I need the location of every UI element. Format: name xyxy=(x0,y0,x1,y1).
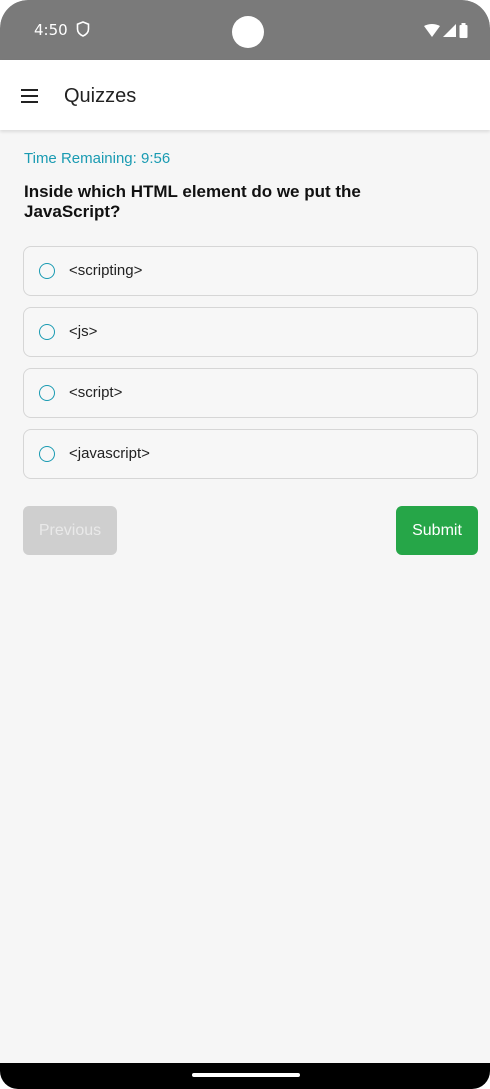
radio-icon[interactable] xyxy=(39,263,55,279)
answer-option-label: <script> xyxy=(69,384,123,401)
status-icons xyxy=(424,22,468,38)
status-time: 4:50 xyxy=(34,21,68,39)
app-title: Quizzes xyxy=(64,85,137,107)
radio-icon[interactable] xyxy=(39,446,55,462)
status-bar: 4:50 xyxy=(0,0,490,60)
radio-icon[interactable] xyxy=(39,324,55,340)
battery-icon xyxy=(459,22,468,38)
answer-option-label: <javascript> xyxy=(69,445,150,462)
radio-icon[interactable] xyxy=(39,385,55,401)
navigation-bar xyxy=(0,1063,490,1089)
answer-option[interactable]: <js> xyxy=(23,307,478,357)
answer-options: <scripting> <js> <script> <javascript> xyxy=(23,246,478,490)
previous-button[interactable]: Previous xyxy=(23,506,117,555)
answer-option-label: <scripting> xyxy=(69,262,143,279)
answer-option[interactable]: <javascript> xyxy=(23,429,478,479)
answer-option[interactable]: <script> xyxy=(23,368,478,418)
home-gesture-handle[interactable] xyxy=(192,1073,300,1077)
shield-icon xyxy=(76,21,90,37)
phone-screen: 4:50 Quizzes Time Remaining: 9:56 Inside xyxy=(0,0,490,1089)
app-bar: Quizzes xyxy=(0,60,490,130)
answer-option[interactable]: <scripting> xyxy=(23,246,478,296)
time-remaining: Time Remaining: 9:56 xyxy=(24,150,171,167)
cell-signal-icon xyxy=(443,23,456,37)
question-text: Inside which HTML element do we put the … xyxy=(24,182,361,221)
menu-icon[interactable] xyxy=(18,84,42,108)
camera-cutout xyxy=(232,16,264,48)
wifi-icon xyxy=(424,23,440,37)
answer-option-label: <js> xyxy=(69,323,98,340)
submit-button[interactable]: Submit xyxy=(396,506,478,555)
